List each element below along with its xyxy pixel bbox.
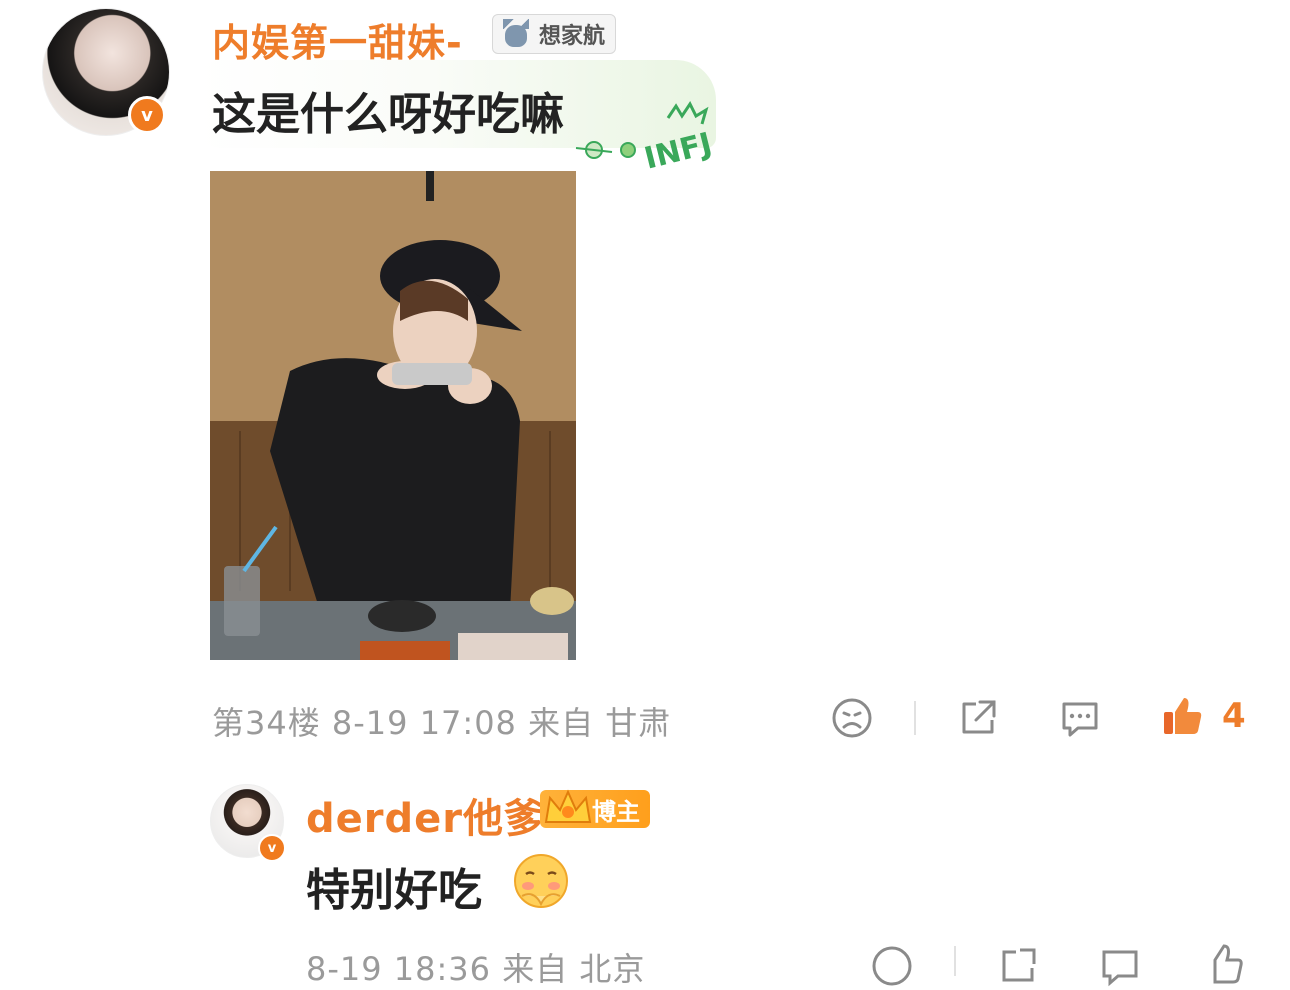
comment-meta: 第34楼 8-19 17:08 来自 甘肃 (212, 704, 672, 742)
verified-icon: v (128, 96, 166, 134)
like-icon[interactable] (1160, 694, 1204, 738)
like-icon[interactable] (1200, 942, 1244, 986)
user-tag[interactable]: 想家航 (492, 14, 617, 54)
share-icon[interactable] (996, 944, 1040, 988)
comment-icon[interactable] (1058, 696, 1102, 740)
sad-face-icon[interactable] (830, 696, 874, 740)
photo-content (210, 171, 576, 660)
user-tag-label: 想家航 (539, 24, 606, 49)
reply-text: 特别好吃 (306, 865, 482, 916)
comment-text: 这是什么呀好吃嘛 (212, 89, 564, 140)
comment-icon[interactable] (1098, 944, 1142, 988)
sad-face-icon[interactable] (870, 944, 914, 988)
cat-icon (499, 19, 533, 49)
action-divider (914, 701, 916, 735)
like-count: 4 (1222, 696, 1246, 736)
reply-meta: 8-19 18:36 来自 北京 (306, 950, 646, 988)
blogger-badge-label: 博主 (592, 797, 640, 826)
username[interactable]: 内娱第一甜妹- (212, 12, 463, 67)
sticker-text: INFJ (641, 126, 715, 170)
comment-photo[interactable] (210, 171, 576, 660)
reply-username[interactable]: derder他爹 (306, 786, 545, 844)
shy-emoji-icon (514, 854, 568, 908)
infj-sticker: INFJ (575, 101, 715, 170)
crown-icon (544, 789, 592, 823)
share-icon[interactable] (956, 696, 1000, 740)
action-divider (954, 946, 956, 976)
verified-icon: v (258, 834, 286, 862)
